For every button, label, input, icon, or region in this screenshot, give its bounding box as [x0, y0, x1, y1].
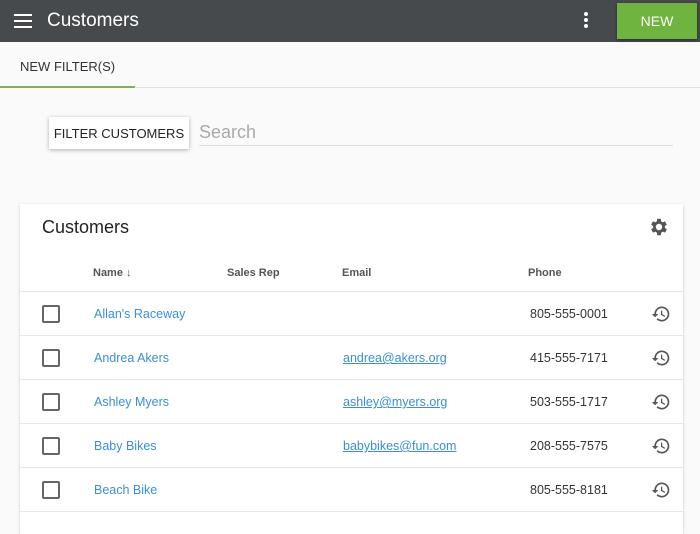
customer-phone: 415-555-7171 — [530, 351, 608, 365]
row-checkbox[interactable] — [42, 481, 60, 499]
customer-name-link[interactable]: Baby Bikes — [94, 439, 157, 453]
card-title: Customers — [42, 217, 130, 237]
customer-phone: 503-555-1717 — [530, 395, 608, 409]
page-title: Customers — [47, 10, 139, 31]
customer-phone: 805-555-0001 — [530, 307, 608, 321]
top-app-bar: Customers NEW — [0, 0, 700, 42]
row-checkbox[interactable] — [42, 393, 60, 411]
table-row: Baby Bikes babybikes@fun.com 208-555-757… — [20, 424, 683, 468]
customer-email-link[interactable]: babybikes@fun.com — [343, 439, 456, 453]
history-icon[interactable] — [651, 436, 671, 456]
customer-name-link[interactable]: Allan's Raceway — [94, 307, 185, 321]
customer-phone: 208-555-7575 — [530, 439, 608, 453]
row-checkbox[interactable] — [42, 349, 60, 367]
history-icon[interactable] — [651, 304, 671, 324]
hamburger-menu-icon[interactable] — [14, 14, 32, 28]
gear-icon[interactable] — [648, 216, 670, 238]
row-checkbox[interactable] — [42, 305, 60, 323]
customer-name-link[interactable]: Andrea Akers — [94, 351, 169, 365]
tab-new-filters[interactable]: NEW FILTER(S) — [0, 42, 135, 88]
customer-name-link[interactable]: Ashley Myers — [94, 395, 169, 409]
customer-email-link[interactable]: ashley@myers.org — [343, 395, 447, 409]
tab-bar: NEW FILTER(S) — [0, 42, 700, 88]
customer-name-link[interactable]: Beach Bike — [94, 483, 157, 497]
more-options-icon[interactable] — [583, 12, 589, 30]
history-icon[interactable] — [651, 392, 671, 412]
row-checkbox[interactable] — [42, 437, 60, 455]
table-row: Beach Bike 805-555-8181 — [20, 468, 683, 512]
history-icon[interactable] — [651, 348, 671, 368]
column-header-phone[interactable]: Phone — [528, 267, 562, 279]
table-row: Ashley Myers ashley@myers.org 503-555-17… — [20, 380, 683, 424]
search-input[interactable] — [199, 120, 673, 146]
column-header-name[interactable]: Name ↓ — [93, 267, 132, 279]
customer-phone: 805-555-8181 — [530, 483, 608, 497]
table-row: Andrea Akers andrea@akers.org 415-555-71… — [20, 336, 683, 380]
table-row: Allan's Raceway 805-555-0001 — [20, 292, 683, 336]
history-icon[interactable] — [651, 480, 671, 500]
new-button[interactable]: NEW — [617, 3, 697, 39]
filter-customers-button[interactable]: FILTER CUSTOMERS — [49, 117, 189, 149]
column-header-email[interactable]: Email — [342, 267, 371, 279]
customer-email-link[interactable]: andrea@akers.org — [343, 351, 447, 365]
customers-card: Customers Name ↓ Sales Rep Email Phone A… — [20, 204, 683, 534]
column-header-sales-rep[interactable]: Sales Rep — [227, 267, 280, 279]
